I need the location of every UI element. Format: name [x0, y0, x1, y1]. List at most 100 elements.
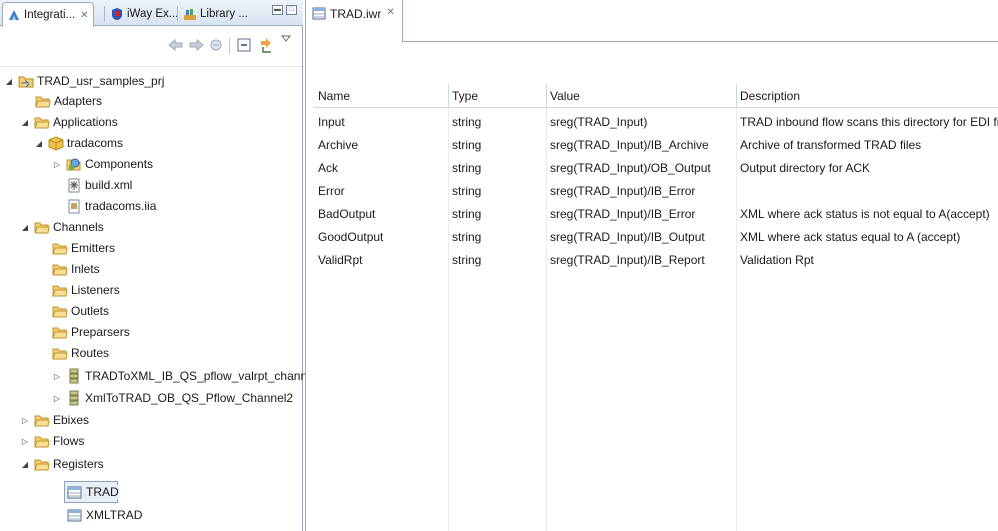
- folder-icon: [51, 282, 68, 298]
- table-row[interactable]: ValidRpt string sreg(TRAD_Input)/IB_Repo…: [314, 248, 998, 271]
- collapse-icon[interactable]: ▷: [20, 415, 30, 425]
- tree-item-components[interactable]: ▷ Components: [52, 154, 153, 174]
- table-row[interactable]: Input string sreg(TRAD_Input) TRAD inbou…: [314, 110, 998, 133]
- cell-description[interactable]: Archive of transformed TRAD files: [736, 133, 998, 156]
- iway-explorer-icon: [110, 7, 124, 21]
- folder-icon: [33, 433, 50, 449]
- tree-item-register-xmltrad[interactable]: XMLTRAD: [66, 505, 142, 525]
- tree-item-ebixes[interactable]: ▷ Ebixes: [20, 410, 89, 430]
- cell-type[interactable]: string: [448, 248, 546, 271]
- folder-icon: [51, 261, 68, 277]
- close-icon[interactable]: ✕: [80, 10, 88, 21]
- tree-item-channel-tradtoxml[interactable]: ▷ TRADToXML_IB_QS_pflow_valrpt_channel: [52, 366, 316, 386]
- cell-description[interactable]: XML where ack status equal to A (accept): [736, 225, 998, 248]
- collapse-icon[interactable]: ▷: [52, 371, 62, 381]
- expand-icon[interactable]: ◢: [4, 76, 14, 86]
- tab-library[interactable]: Library ...: [179, 2, 252, 26]
- tree-item-preparsers[interactable]: Preparsers: [51, 322, 130, 342]
- column-header-name[interactable]: Name: [314, 84, 448, 108]
- tree-item-registers[interactable]: ◢ Registers: [20, 454, 104, 474]
- cell-type[interactable]: string: [448, 133, 546, 156]
- cell-value[interactable]: sreg(TRAD_Input)/OB_Output: [546, 156, 736, 179]
- cell-description[interactable]: Output directory for ACK: [736, 156, 998, 179]
- cell-value[interactable]: sreg(TRAD_Input)/IB_Error: [546, 202, 736, 225]
- tree-item-listeners[interactable]: Listeners: [51, 280, 120, 300]
- tab-iway-explorer[interactable]: iWay Ex...: [106, 2, 182, 26]
- application-icon: [47, 135, 64, 151]
- tree-item-outlets[interactable]: Outlets: [51, 301, 109, 321]
- tree-item-channel-xmltotrad[interactable]: ▷ XmlToTRAD_OB_QS_Pflow_Channel2: [52, 388, 293, 408]
- editor-pane: TRAD.iwr ✕ Name Type Value Description I…: [305, 0, 998, 531]
- cell-value[interactable]: sreg(TRAD_Input)/IB_Archive: [546, 133, 736, 156]
- cell-type[interactable]: string: [448, 156, 546, 179]
- close-icon[interactable]: ✕: [386, 7, 394, 18]
- tree-item-adapters[interactable]: Adapters: [34, 91, 102, 111]
- folder-icon: [33, 456, 50, 472]
- cell-name[interactable]: BadOutput: [314, 202, 448, 225]
- tree-label: Ebixes: [53, 413, 90, 427]
- tree-item-tradacoms[interactable]: ◢ tradacoms: [34, 133, 123, 153]
- tab-trad-iwr[interactable]: TRAD.iwr ✕: [306, 0, 403, 42]
- column-header-description[interactable]: Description: [736, 84, 998, 108]
- table-row[interactable]: Archive string sreg(TRAD_Input)/IB_Archi…: [314, 133, 998, 156]
- collapse-icon[interactable]: ▷: [20, 436, 30, 446]
- cell-description[interactable]: TRAD inbound flow scans this directory f…: [736, 110, 998, 133]
- cell-value[interactable]: sreg(TRAD_Input)/IB_Error: [546, 179, 736, 202]
- expand-icon[interactable]: ◢: [20, 117, 30, 127]
- cell-description[interactable]: Validation Rpt: [736, 248, 998, 271]
- table-row[interactable]: BadOutput string sreg(TRAD_Input)/IB_Err…: [314, 202, 998, 225]
- expand-icon[interactable]: ◢: [20, 222, 30, 232]
- tree-item-inlets[interactable]: Inlets: [51, 259, 100, 279]
- tree-item-channels[interactable]: ◢ Channels: [20, 217, 104, 237]
- cell-name[interactable]: GoodOutput: [314, 225, 448, 248]
- expand-icon[interactable]: ◢: [20, 459, 30, 469]
- cell-description[interactable]: [736, 179, 998, 202]
- cell-description[interactable]: XML where ack status is not equal to A(a…: [736, 202, 998, 225]
- expand-icon[interactable]: ◢: [34, 138, 44, 148]
- cell-name[interactable]: Error: [314, 179, 448, 202]
- column-header-type[interactable]: Type: [448, 84, 546, 108]
- collapse-all-icon[interactable]: [236, 37, 252, 53]
- view-menu-icon[interactable]: [278, 31, 294, 47]
- tab-integration-explorer[interactable]: Integrati... ✕: [2, 2, 94, 27]
- forward-arrow-icon[interactable]: [188, 37, 204, 53]
- project-icon: [17, 73, 34, 89]
- tree-item-build-xml[interactable]: build.xml: [65, 175, 132, 195]
- column-header-value[interactable]: Value: [546, 84, 736, 108]
- folder-icon: [51, 324, 68, 340]
- folder-icon: [51, 240, 68, 256]
- cell-type[interactable]: string: [448, 225, 546, 248]
- left-tab-bar: Integrati... ✕ iWay Ex... Library ... ▬ …: [0, 0, 303, 27]
- cell-name[interactable]: Input: [314, 110, 448, 133]
- link-editor-icon[interactable]: [258, 37, 274, 53]
- table-row[interactable]: Error string sreg(TRAD_Input)/IB_Error: [314, 179, 998, 202]
- tree-item-register-trad[interactable]: TRAD: [66, 482, 119, 502]
- cell-type[interactable]: string: [448, 110, 546, 133]
- tree-item-project[interactable]: ◢ TRAD_usr_samples_prj: [4, 71, 164, 91]
- tree-label: Routes: [71, 346, 110, 360]
- cell-value[interactable]: sreg(TRAD_Input)/IB_Report: [546, 248, 736, 271]
- cell-type[interactable]: string: [448, 202, 546, 225]
- collapse-icon[interactable]: ▷: [52, 393, 62, 403]
- table-row[interactable]: Ack string sreg(TRAD_Input)/OB_Output Ou…: [314, 156, 998, 179]
- tree-item-flows[interactable]: ▷ Flows: [20, 431, 84, 451]
- cell-name[interactable]: Archive: [314, 133, 448, 156]
- tree-item-routes[interactable]: Routes: [51, 343, 109, 363]
- back-arrow-icon[interactable]: [168, 37, 184, 53]
- cell-value[interactable]: sreg(TRAD_Input)/IB_Output: [546, 225, 736, 248]
- home-icon[interactable]: [208, 37, 224, 53]
- cell-type[interactable]: string: [448, 179, 546, 202]
- collapse-icon[interactable]: ▷: [52, 159, 62, 169]
- minimize-icon[interactable]: ▬: [272, 5, 283, 15]
- cell-name[interactable]: ValidRpt: [314, 248, 448, 271]
- tree-item-emitters[interactable]: Emitters: [51, 238, 115, 258]
- tree-item-tradacoms-iia[interactable]: tradacoms.iia: [65, 196, 156, 216]
- table-row[interactable]: GoodOutput string sreg(TRAD_Input)/IB_Ou…: [314, 225, 998, 248]
- cell-value[interactable]: sreg(TRAD_Input): [546, 110, 736, 133]
- maximize-icon[interactable]: □: [286, 5, 297, 15]
- folder-icon: [33, 412, 50, 428]
- tree-label: build.xml: [85, 178, 133, 192]
- tree-item-applications[interactable]: ◢ Applications: [20, 112, 118, 132]
- cell-name[interactable]: Ack: [314, 156, 448, 179]
- tab-label: Library ...: [200, 8, 248, 20]
